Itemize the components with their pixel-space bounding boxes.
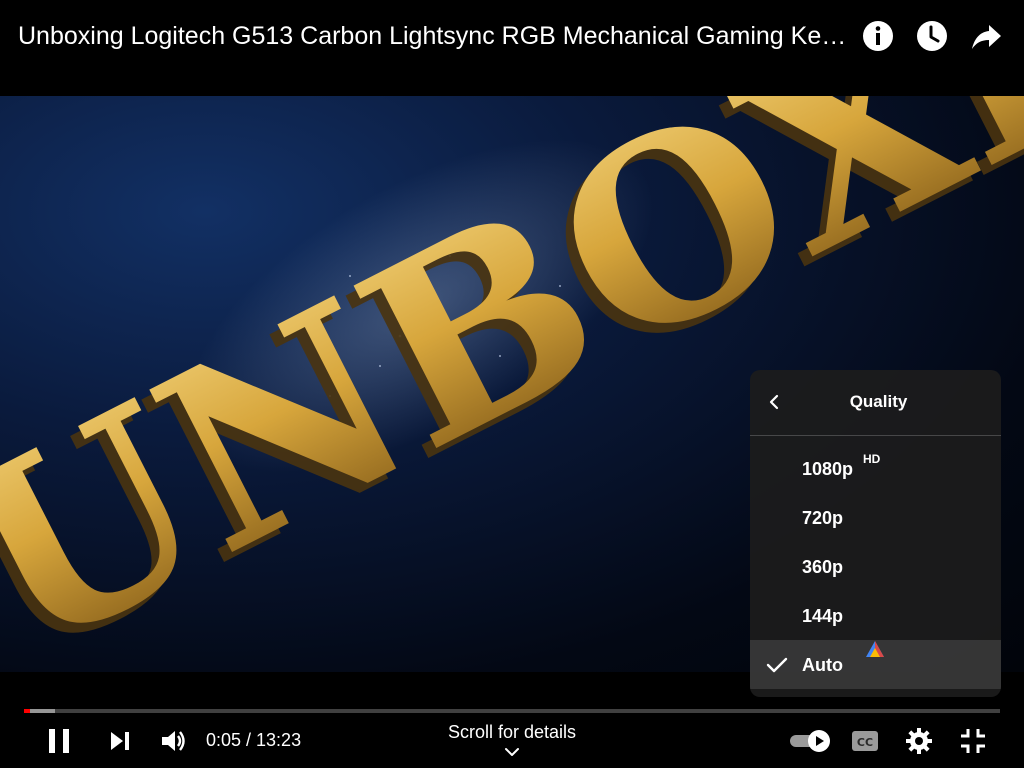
autoplay-icon xyxy=(790,730,830,752)
svg-text:CC: CC xyxy=(857,736,873,749)
quality-option-144p[interactable]: 144p xyxy=(750,591,1001,640)
exit-fullscreen-icon xyxy=(961,729,985,753)
chevron-down-icon[interactable] xyxy=(503,745,521,759)
captions-icon: CC xyxy=(852,731,878,751)
quality-option-720p[interactable]: 720p xyxy=(750,493,1001,542)
settings-button[interactable] xyxy=(905,727,933,755)
video-title[interactable]: Unboxing Logitech G513 Carbon Lightsync … xyxy=(18,20,853,52)
captions-button[interactable]: CC xyxy=(851,729,879,753)
quality-menu-title: Quality xyxy=(849,392,908,411)
share-icon[interactable] xyxy=(968,18,1004,54)
watch-later-icon[interactable] xyxy=(914,18,950,54)
gear-icon xyxy=(906,728,932,754)
autoplay-toggle[interactable] xyxy=(789,728,833,754)
quality-option-360p[interactable]: 360p xyxy=(750,542,1001,591)
quality-menu-header[interactable]: Quality xyxy=(750,370,1001,436)
check-icon xyxy=(766,654,788,676)
quality-option-label: 144p xyxy=(802,606,844,626)
exit-fullscreen-button[interactable] xyxy=(959,727,987,755)
cursor-icon xyxy=(865,640,885,658)
progress-bar[interactable] xyxy=(24,709,1000,713)
quality-option-label: 360p xyxy=(802,557,844,577)
progress-played xyxy=(24,709,31,713)
top-bar: Unboxing Logitech G513 Carbon Lightsync … xyxy=(0,0,1024,96)
quality-option-label: Auto xyxy=(802,655,843,675)
hd-badge: HD xyxy=(863,452,881,466)
quality-option-label: 1080p xyxy=(802,459,854,479)
quality-option-label: 720p xyxy=(802,508,844,528)
quality-option-1080p[interactable]: 1080p HD xyxy=(750,444,1001,493)
info-icon[interactable] xyxy=(860,18,896,54)
